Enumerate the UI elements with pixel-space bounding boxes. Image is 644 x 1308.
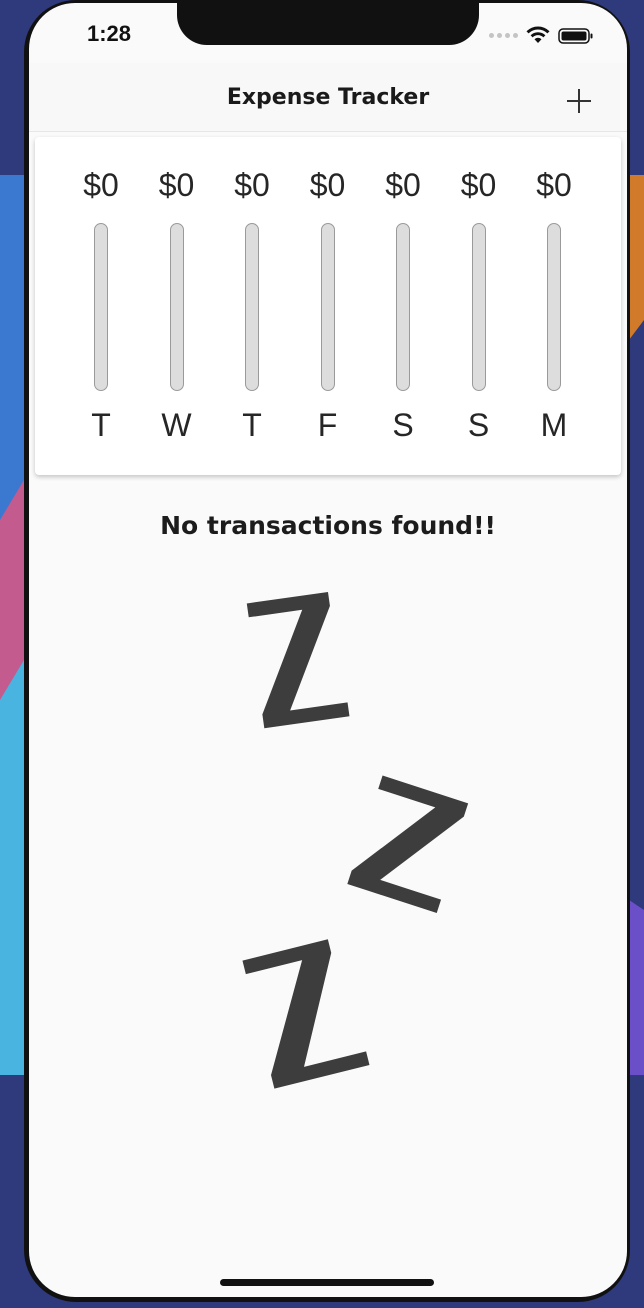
chart-bar-track: [471, 223, 486, 391]
chart-bar-column: $0 T: [214, 137, 290, 475]
chart-day-label: T: [91, 407, 111, 443]
chart-bar-amount: $0: [385, 167, 421, 203]
wifi-icon: [526, 26, 550, 43]
app-screen: 1:28 Expense Tracker $0 T $0 W $0 T $0 F…: [29, 3, 627, 1297]
chart-bar-amount: $0: [536, 167, 572, 203]
chart-bar-track: [547, 223, 561, 391]
chart-day-label: S: [467, 407, 490, 443]
status-time: 1:28: [87, 21, 132, 46]
chart-day-label: S: [392, 407, 414, 443]
empty-state-message: No transactions found!!: [160, 511, 496, 540]
weekly-spending-chart: $0 T $0 W $0 T $0 F $0 S $0 S $0 M: [35, 137, 621, 475]
chart-bar-amount: $0: [309, 167, 346, 203]
chart-day-label: F: [317, 407, 338, 443]
add-transaction-button[interactable]: [563, 85, 595, 117]
sleeping-zzz-icon: [242, 592, 469, 1089]
chart-bar-amount: $0: [158, 167, 195, 203]
chart-bar-column: $0 S: [365, 137, 441, 475]
chart-bar-column: $0 F: [290, 137, 366, 475]
cellular-signal-icon: [489, 33, 518, 38]
chart-bar-track: [94, 223, 108, 391]
chart-bar-track: [245, 223, 259, 391]
chart-bar-amount: $0: [83, 167, 119, 203]
home-indicator: [220, 1279, 434, 1286]
device-notch: [177, 3, 479, 45]
chart-bar-column: $0 M: [516, 137, 592, 475]
chart-bar-column: $0 S: [441, 137, 517, 475]
chart-bar-column: $0 T: [63, 137, 139, 475]
app-bar: Expense Tracker: [29, 63, 627, 132]
status-icons: [489, 25, 599, 47]
chart-bar-column: $0 W: [139, 137, 215, 475]
chart-bar-track: [320, 223, 335, 391]
app-title: Expense Tracker: [226, 85, 430, 110]
chart-day-label: T: [242, 407, 262, 443]
chart-bar-amount: $0: [234, 167, 270, 203]
chart-day-label: W: [161, 407, 192, 443]
chart-day-label: M: [540, 407, 568, 443]
chart-bar-track: [396, 223, 410, 391]
chart-bar-amount: $0: [460, 167, 497, 203]
phone-frame: 1:28 Expense Tracker $0 T $0 W $0 T $0 F…: [24, 0, 630, 1302]
plus-icon: [567, 89, 591, 113]
battery-icon: [558, 28, 593, 44]
chart-bar-track: [169, 223, 184, 391]
